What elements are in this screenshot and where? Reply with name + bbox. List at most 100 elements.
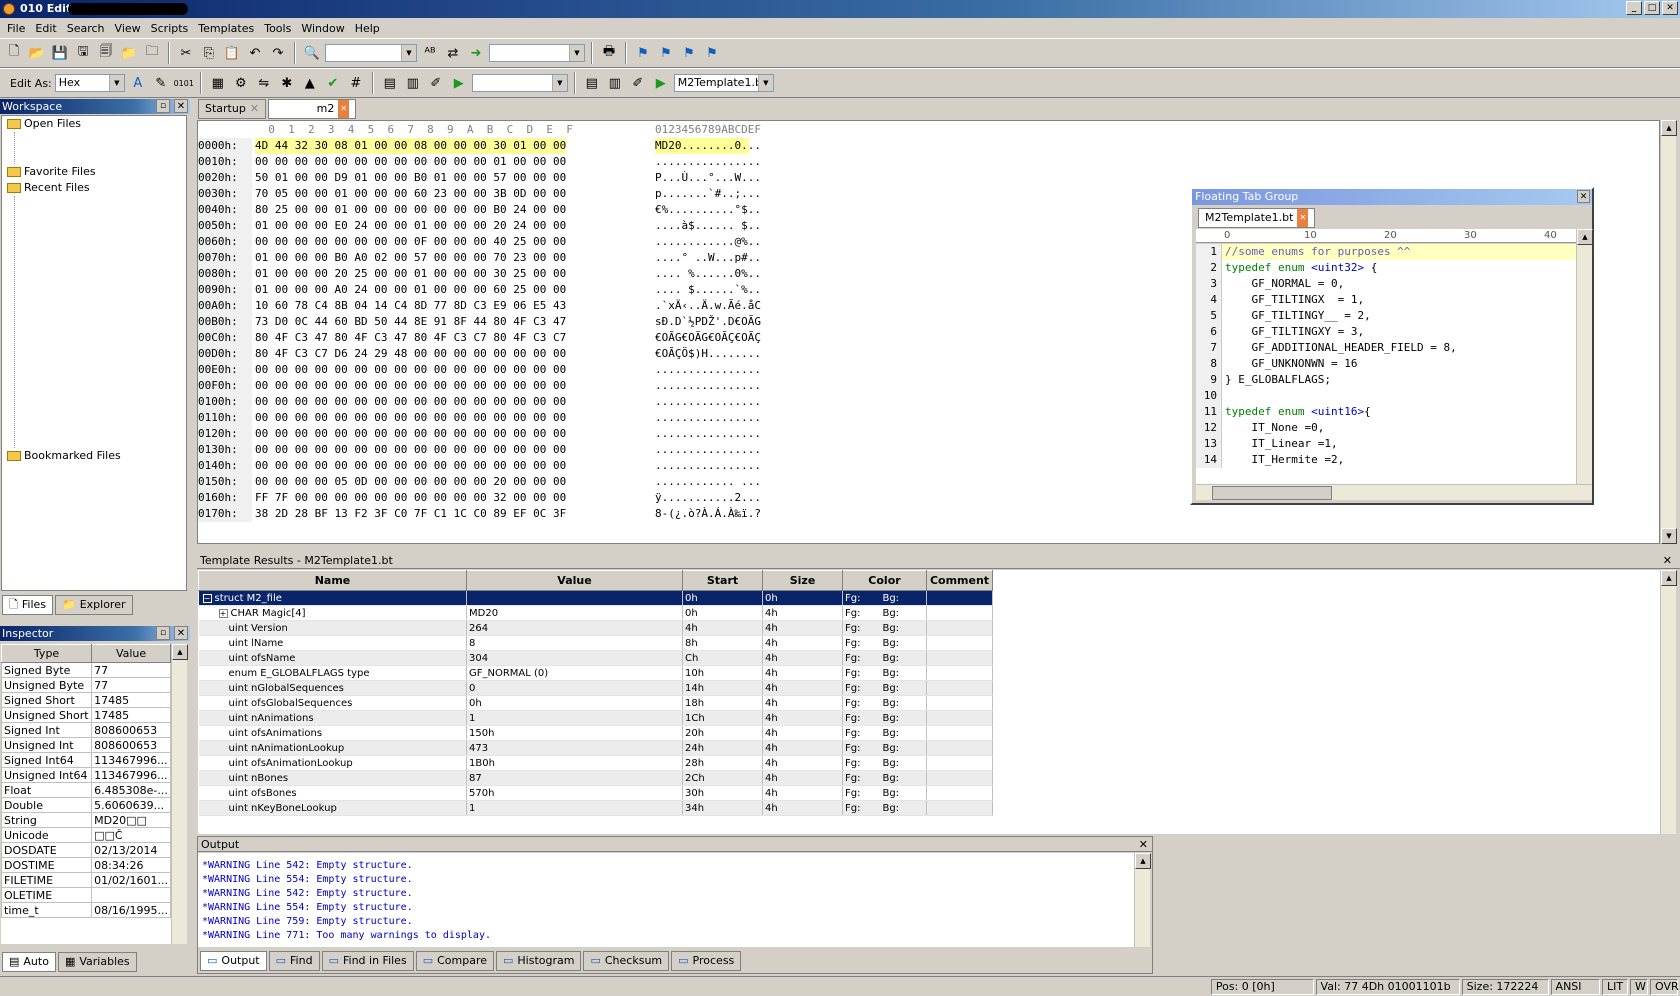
hex-bytes[interactable]: 00 00 00 00 00 00 00 00 00 00 00 00 00 0… [255,410,566,426]
result-row[interactable]: uint nAnimationLookup 473 24h 4h Fg: Bg: [198,740,993,756]
hex-bytes[interactable]: 00 00 00 00 00 00 00 00 0F 00 00 00 40 2… [255,234,566,250]
hex-row[interactable]: 0030h: 70 05 00 00 01 00 00 00 60 23 00 0… [198,186,761,202]
tree-bookmarked-files[interactable]: Bookmarked Files [2,448,186,464]
hex-ascii[interactable]: ................ [655,378,761,394]
hex-bytes[interactable]: 00 00 00 00 00 00 00 00 00 00 00 00 00 0… [255,394,566,410]
code-line[interactable]: 11 typedef enum <uint16>{ [1196,404,1576,420]
result-color[interactable]: Fg: Bg: [842,605,927,621]
hex-bytes[interactable]: 70 05 00 00 01 00 00 00 60 23 00 00 3B 0… [255,186,566,202]
tree-recent-files[interactable]: Recent Files [2,180,186,196]
code-vscroll[interactable]: ▲ [1576,229,1593,484]
inspector-row[interactable]: OLETIME [1,887,171,903]
hex-bytes[interactable]: 01 00 00 00 E0 24 00 00 01 00 00 00 20 2… [255,218,566,234]
inspector-row[interactable]: DOSTIME 08:34:26 [1,857,171,873]
tab-checksum[interactable]: ▭ Checksum [583,951,670,971]
bookmark-clear-icon[interactable]: ⚑ [702,43,722,63]
inspector-row[interactable]: Double 5.6060639... [1,797,171,813]
menu-view[interactable]: View [110,22,146,35]
inspector-row[interactable]: DOSDATE 02/13/2014 [1,842,171,858]
result-value[interactable]: 1 [466,710,683,726]
hex-row[interactable]: 0100h: 00 00 00 00 00 00 00 00 00 00 00 0… [198,394,761,410]
hex-row[interactable]: 00D0h: 80 4F C3 C7 D6 24 29 48 00 00 00 0… [198,346,761,362]
hex-row[interactable]: 0020h: 50 01 00 00 D9 01 00 00 B0 01 00 0… [198,170,761,186]
font-icon[interactable]: A [128,73,148,93]
result-row[interactable]: uint nAnimations 1 1Ch 4h Fg: Bg: [198,710,993,726]
inspector-row[interactable]: Unsigned Byte 77 [1,677,171,693]
hex-row[interactable]: 0140h: 00 00 00 00 00 00 00 00 00 00 00 0… [198,458,761,474]
hex-ascii[interactable]: 8-(¿.ò?À.Á.À‰ï.? [655,506,761,522]
inspector-row[interactable]: Unicode □□Č [1,827,171,843]
tab-histogram[interactable]: ▭ Histogram [496,951,582,971]
pin-icon[interactable]: ▫ [156,99,170,113]
result-value[interactable]: 8 [466,635,683,651]
col-type[interactable]: Type [1,644,93,663]
pin-icon[interactable]: ▫ [156,626,170,640]
inspector-row[interactable]: Signed Int64 113467996... [1,752,171,768]
result-color[interactable]: Fg: Bg: [842,755,927,771]
result-comment[interactable] [926,665,993,681]
script-combo[interactable] [471,74,568,92]
result-color[interactable]: Fg: Bg: [842,620,927,636]
col-value[interactable]: Value [91,644,171,663]
hex-bytes[interactable]: 50 01 00 00 D9 01 00 00 B0 01 00 00 57 0… [255,170,566,186]
hex-bytes[interactable]: 10 60 78 C4 8B 04 14 C4 8D 77 8D C3 E9 0… [255,298,566,314]
inspector-value[interactable]: 5.6060639... [91,797,171,813]
inspector-value[interactable]: 17485 [91,692,171,708]
minimize-button[interactable]: _ [1626,1,1642,15]
status-encoding[interactable]: ANSI [1550,978,1600,995]
inspector-row[interactable]: Signed Int 808600653 [1,722,171,738]
hex-bytes[interactable]: 00 00 00 00 00 00 00 00 00 00 00 00 00 0… [255,378,566,394]
inspector-value[interactable]: 08/16/1995... [91,902,171,918]
menu-window[interactable]: Window [296,22,349,35]
result-color[interactable]: Fg: Bg: [842,770,927,786]
result-color[interactable]: Fg: Bg: [842,635,927,651]
hex-ascii[interactable]: €%..........°$.. [655,202,761,218]
open-project-icon[interactable]: 🗀 [142,43,162,63]
hex-row[interactable]: 0090h: 01 00 00 00 A0 24 00 00 01 00 00 0… [198,282,761,298]
inspector-value[interactable]: 01/02/1601... [91,872,171,888]
new-file-icon[interactable]: 🗋 [4,43,24,63]
result-value[interactable]: 1 [466,800,683,816]
open-folder-icon[interactable]: 📁 [119,43,139,63]
col-color[interactable]: Color [842,570,927,591]
tab-variables[interactable]: ▦ Variables [57,952,137,972]
script-new-icon[interactable]: ▤ [380,73,400,93]
col-name[interactable]: Name [198,570,467,591]
bookmark-next-icon[interactable]: ⚑ [656,43,676,63]
hex-ascii[interactable]: €OÃG€OÃG€OÃÇ€OÃÇ [655,330,761,346]
binary-icon[interactable]: 0101 [174,73,194,93]
paste-icon[interactable]: 📋 [222,43,242,63]
hex-row[interactable]: 0010h: 00 00 00 00 00 00 00 00 00 00 00 0… [198,154,761,170]
inspector-row[interactable]: String MD20□□ [1,812,171,828]
code-line[interactable]: 1//some enums for purposes ^^ [1196,244,1576,260]
result-row[interactable]: uint ofsName 304 Ch 4h Fg: Bg: [198,650,993,666]
menu-file[interactable]: File [2,22,30,35]
hex-row[interactable]: 0070h: 01 00 00 00 B0 A0 02 00 57 00 00 0… [198,250,761,266]
result-color[interactable]: Fg: Bg: [842,710,927,726]
chart-icon[interactable]: ▲ [300,73,320,93]
tab-find[interactable]: ▭ Find [268,951,320,971]
result-value[interactable]: 473 [466,740,683,756]
hex-bytes[interactable]: 80 4F C3 C7 D6 24 29 48 00 00 00 00 00 0… [255,346,566,362]
tab-m2[interactable]: m2 ✕ [268,99,357,119]
template-new-icon[interactable]: ▤ [582,73,602,93]
hex-bytes[interactable]: 01 00 00 00 A0 24 00 00 01 00 00 00 60 2… [255,282,566,298]
hex-ascii[interactable]: P...Ù...°...W... [655,170,761,186]
result-row[interactable]: uint ofsAnimationLookup 1B0h 28h 4h Fg: Bg: [198,755,993,771]
find-combo[interactable] [325,44,417,62]
inspector-scrollbar[interactable]: ▲ [171,644,188,944]
bookmark-prev-icon[interactable]: ⚑ [679,43,699,63]
hex-ascii[interactable]: .... %......0%.. [655,266,761,282]
result-color[interactable]: Fg: Bg: [842,725,927,741]
inspector-value[interactable]: □□Č [91,827,171,843]
hex-bytes[interactable]: 01 00 00 00 B0 A0 02 00 57 00 00 00 70 2… [255,250,566,266]
hex-row[interactable]: 0080h: 01 00 00 00 20 25 00 00 01 00 00 0… [198,266,761,282]
results-scrollbar[interactable]: ▲ [1660,570,1677,834]
copy-icon[interactable]: ⎘ [199,43,219,63]
inspector-row[interactable]: Unsigned Int 808600653 [1,737,171,753]
col-start[interactable]: Start [682,570,763,591]
result-color[interactable]: Fg: Bg: [842,665,927,681]
status-lit[interactable]: LIT [1601,978,1628,995]
menu-scripts[interactable]: Scripts [146,22,194,35]
result-comment[interactable] [926,620,993,636]
